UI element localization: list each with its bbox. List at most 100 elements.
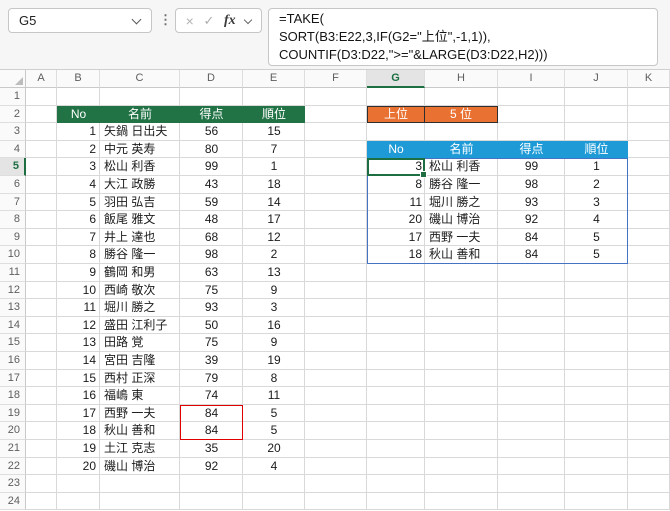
row-header-17[interactable]: 17 xyxy=(0,370,26,388)
row-header-18[interactable]: 18 xyxy=(0,387,26,405)
score-no-cell[interactable]: 14 xyxy=(57,352,100,370)
score-name-cell[interactable]: 鶴岡 和男 xyxy=(100,264,180,282)
result-rank-cell[interactable]: 5 xyxy=(565,229,628,247)
result-points-cell[interactable]: 92 xyxy=(498,211,565,229)
formula-input[interactable]: =TAKE( SORT(B3:E22,3,IF(G2="上位",-1,1)), … xyxy=(268,8,658,66)
result-name-cell[interactable]: 松山 利香 xyxy=(425,158,498,176)
row-header-8[interactable]: 8 xyxy=(0,211,26,229)
result-no-cell[interactable]: 11 xyxy=(367,194,425,212)
result-name-cell[interactable]: 堀川 勝之 xyxy=(425,194,498,212)
result-no-cell[interactable]: 20 xyxy=(367,211,425,229)
score-rank-cell[interactable]: 5 xyxy=(243,405,305,423)
score-points-cell[interactable]: 75 xyxy=(180,282,243,300)
column-header-G[interactable]: G xyxy=(367,70,425,88)
result-points-cell[interactable]: 99 xyxy=(498,158,565,176)
score-name-cell[interactable]: 中元 英寿 xyxy=(100,141,180,159)
score-rank-cell[interactable]: 4 xyxy=(243,458,305,476)
result-rank-cell[interactable]: 1 xyxy=(565,158,628,176)
score-name-cell[interactable]: 西崎 敬次 xyxy=(100,282,180,300)
score-points-cell[interactable]: 75 xyxy=(180,334,243,352)
result-name-cell[interactable]: 西野 一夫 xyxy=(425,229,498,247)
result-rank-cell[interactable]: 2 xyxy=(565,176,628,194)
result-points-cell[interactable]: 84 xyxy=(498,229,565,247)
result-rank-cell[interactable]: 3 xyxy=(565,194,628,212)
score-name-cell[interactable]: 宮田 吉隆 xyxy=(100,352,180,370)
score-points-cell[interactable]: 99 xyxy=(180,158,243,176)
column-header-E[interactable]: E xyxy=(243,70,305,88)
score-rank-cell[interactable]: 17 xyxy=(243,211,305,229)
score-no-cell[interactable]: 11 xyxy=(57,299,100,317)
score-points-cell[interactable]: 39 xyxy=(180,352,243,370)
row-header-7[interactable]: 7 xyxy=(0,194,26,212)
chevron-down-icon[interactable] xyxy=(244,15,252,23)
score-no-cell[interactable]: 4 xyxy=(57,176,100,194)
result-no-cell[interactable]: 3 xyxy=(367,158,425,176)
score-points-cell[interactable]: 84 xyxy=(180,422,243,440)
score-rank-cell[interactable]: 16 xyxy=(243,317,305,335)
score-no-cell[interactable]: 18 xyxy=(57,422,100,440)
column-header-F[interactable]: F xyxy=(305,70,367,88)
column-header-J[interactable]: J xyxy=(565,70,628,88)
score-no-cell[interactable]: 16 xyxy=(57,387,100,405)
column-header-I[interactable]: I xyxy=(498,70,565,88)
rank-count-cell[interactable]: 5 位 xyxy=(425,107,497,123)
score-name-cell[interactable]: 羽田 弘吉 xyxy=(100,194,180,212)
score-no-cell[interactable]: 5 xyxy=(57,194,100,212)
score-rank-cell[interactable]: 19 xyxy=(243,352,305,370)
row-header-13[interactable]: 13 xyxy=(0,299,26,317)
score-rank-cell[interactable]: 18 xyxy=(243,176,305,194)
score-points-cell[interactable]: 68 xyxy=(180,229,243,247)
row-header-9[interactable]: 9 xyxy=(0,229,26,247)
row-header-6[interactable]: 6 xyxy=(0,176,26,194)
score-no-cell[interactable]: 2 xyxy=(57,141,100,159)
score-rank-cell[interactable]: 5 xyxy=(243,422,305,440)
score-rank-cell[interactable]: 13 xyxy=(243,264,305,282)
score-name-cell[interactable]: 井上 達也 xyxy=(100,229,180,247)
row-header-3[interactable]: 3 xyxy=(0,123,26,141)
result-name-cell[interactable]: 磯山 博治 xyxy=(425,211,498,229)
insert-function-icon[interactable]: fx xyxy=(224,14,236,28)
score-points-cell[interactable]: 74 xyxy=(180,387,243,405)
result-rank-cell[interactable]: 4 xyxy=(565,211,628,229)
score-rank-cell[interactable]: 11 xyxy=(243,387,305,405)
row-header-4[interactable]: 4 xyxy=(0,141,26,159)
row-header-11[interactable]: 11 xyxy=(0,264,26,282)
score-no-cell[interactable]: 15 xyxy=(57,370,100,388)
score-points-cell[interactable]: 93 xyxy=(180,299,243,317)
score-points-cell[interactable]: 59 xyxy=(180,194,243,212)
score-name-cell[interactable]: 盛田 江利子 xyxy=(100,317,180,335)
row-header-20[interactable]: 20 xyxy=(0,422,26,440)
score-no-cell[interactable]: 10 xyxy=(57,282,100,300)
score-name-cell[interactable]: 西野 一夫 xyxy=(100,405,180,423)
score-points-cell[interactable]: 56 xyxy=(180,123,243,141)
result-points-cell[interactable]: 98 xyxy=(498,176,565,194)
score-name-cell[interactable]: 福嶋 東 xyxy=(100,387,180,405)
score-name-cell[interactable]: 秋山 善和 xyxy=(100,422,180,440)
score-points-cell[interactable]: 50 xyxy=(180,317,243,335)
column-header-B[interactable]: B xyxy=(57,70,100,88)
row-header-12[interactable]: 12 xyxy=(0,282,26,300)
result-no-cell[interactable]: 18 xyxy=(367,246,425,264)
result-no-cell[interactable]: 17 xyxy=(367,229,425,247)
row-header-21[interactable]: 21 xyxy=(0,440,26,458)
chevron-down-icon[interactable] xyxy=(132,14,142,24)
column-header-H[interactable]: H xyxy=(425,70,498,88)
row-header-16[interactable]: 16 xyxy=(0,352,26,370)
score-points-cell[interactable]: 92 xyxy=(180,458,243,476)
score-name-cell[interactable]: 西村 正深 xyxy=(100,370,180,388)
result-name-cell[interactable]: 勝谷 隆一 xyxy=(425,176,498,194)
score-no-cell[interactable]: 1 xyxy=(57,123,100,141)
score-name-cell[interactable]: 勝谷 隆一 xyxy=(100,246,180,264)
score-no-cell[interactable]: 8 xyxy=(57,246,100,264)
row-header-5[interactable]: 5 xyxy=(0,158,26,176)
select-all-button[interactable] xyxy=(0,70,26,88)
score-name-cell[interactable]: 磯山 博治 xyxy=(100,458,180,476)
column-header-A[interactable]: A xyxy=(26,70,57,88)
score-points-cell[interactable]: 48 xyxy=(180,211,243,229)
row-header-24[interactable]: 24 xyxy=(0,493,26,511)
score-points-cell[interactable]: 79 xyxy=(180,370,243,388)
score-name-cell[interactable]: 田路 覚 xyxy=(100,334,180,352)
score-no-cell[interactable]: 12 xyxy=(57,317,100,335)
column-header-D[interactable]: D xyxy=(180,70,243,88)
score-no-cell[interactable]: 20 xyxy=(57,458,100,476)
